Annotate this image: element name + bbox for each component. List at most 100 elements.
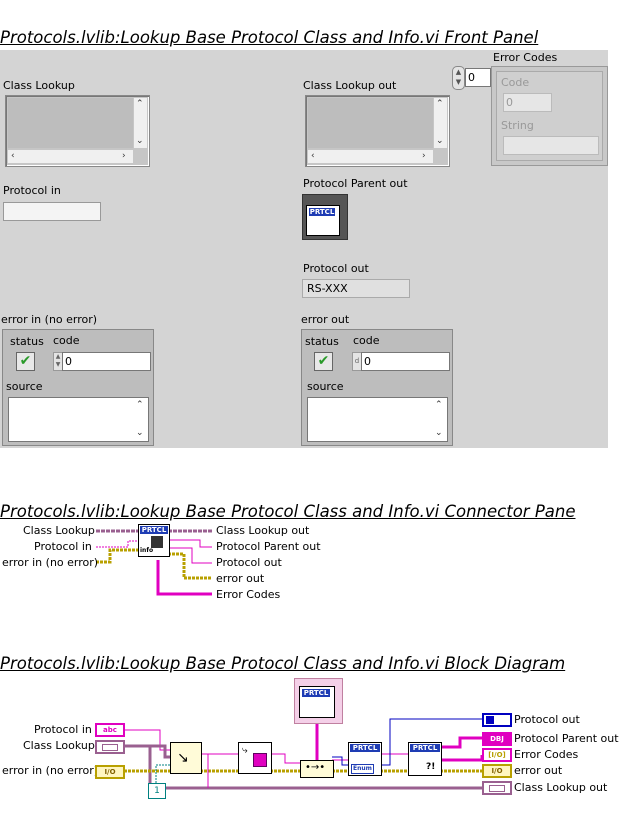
scroll-up-icon[interactable]: ⌃ bbox=[435, 400, 443, 410]
bd-terminal-protocol-out[interactable] bbox=[482, 713, 512, 727]
listbox-icon bbox=[489, 785, 505, 792]
wire-protocol-parent-out bbox=[168, 539, 212, 548]
error-in-cluster: status code ✔ ▲ ▼ 0 source ⌃ ⌄ bbox=[2, 329, 154, 446]
error-in-source-label: source bbox=[6, 380, 43, 393]
wire-error-out bbox=[168, 552, 212, 580]
bd-label-error-out: error out bbox=[514, 764, 563, 777]
scroll-right-icon[interactable]: › bbox=[122, 151, 126, 161]
bd-node-to-class[interactable]: ⤷ bbox=[238, 742, 272, 774]
protocol-class-icon: PRTCL bbox=[299, 686, 335, 718]
protocol-parent-out-indicator: PRTCL bbox=[302, 194, 348, 240]
wire-bd-class-2 bbox=[270, 753, 300, 764]
bd-terminal-class-lookup-out[interactable] bbox=[482, 781, 512, 795]
protocol-parent-out-label: Protocol Parent out bbox=[303, 177, 408, 190]
listbox-icon bbox=[102, 744, 118, 751]
scroll-left-icon[interactable]: ‹ bbox=[311, 151, 315, 161]
branch-icon: ⤷ bbox=[242, 745, 248, 756]
bd-class-constant[interactable]: PRTCL bbox=[294, 678, 343, 724]
protocol-in-label: Protocol in bbox=[3, 184, 61, 197]
scroll-right-icon[interactable]: › bbox=[422, 151, 426, 161]
class-lookup-vscroll[interactable]: ⌃ ⌄ bbox=[134, 98, 147, 148]
lookup-arrow-icon: ↘ bbox=[177, 750, 189, 766]
bd-index-constant[interactable]: 1 bbox=[148, 783, 166, 799]
wire-bd-class-lookup bbox=[124, 744, 170, 759]
class-lookup-list-area[interactable] bbox=[8, 98, 133, 148]
enum-subtext: Enum bbox=[351, 764, 374, 774]
scroll-up-icon[interactable]: ⌃ bbox=[136, 99, 144, 109]
wire-bd-error-codes bbox=[440, 755, 484, 762]
info-subtext: info bbox=[140, 547, 154, 554]
bd-node-parent[interactable]: PRTCL ?! bbox=[408, 742, 442, 776]
bd-label-protocol-in: Protocol in bbox=[34, 723, 92, 736]
protocol-class-icon: PRTCL bbox=[306, 205, 340, 236]
bd-terminal-error-in[interactable]: I/O bbox=[95, 765, 125, 779]
error-codes-code-field[interactable]: 0 bbox=[503, 93, 552, 112]
bd-node-unbundle[interactable]: •→• bbox=[300, 760, 334, 778]
bd-label-protocol-parent-out: Protocol Parent out bbox=[514, 732, 619, 745]
bd-terminal-protocol-parent-out[interactable]: DBJ bbox=[482, 732, 512, 746]
class-lookup-listbox[interactable]: ⌃ ⌄ ‹ › bbox=[5, 95, 150, 167]
scroll-up-icon[interactable]: ⌃ bbox=[436, 99, 444, 109]
protocol-in-field[interactable] bbox=[3, 202, 101, 221]
scroll-down-icon[interactable]: ⌄ bbox=[136, 428, 144, 438]
wire-protocol-in bbox=[96, 540, 138, 548]
bd-label-error-codes: Error Codes bbox=[514, 748, 579, 761]
cp-output-error-codes: Error Codes bbox=[216, 588, 281, 601]
error-in-code-label: code bbox=[53, 334, 80, 347]
wire-error-in bbox=[96, 548, 138, 564]
scroll-down-icon[interactable]: ⌄ bbox=[436, 136, 444, 146]
block-diagram-title: Protocols.lvlib:Lookup Base Protocol Cla… bbox=[0, 654, 566, 673]
error-in-code-field[interactable]: 0 bbox=[62, 352, 151, 371]
bd-node-lookup[interactable]: ↘ bbox=[170, 742, 202, 774]
class-lookup-out-vscroll[interactable]: ⌃ ⌄ bbox=[434, 98, 447, 148]
scroll-up-icon[interactable]: ⌃ bbox=[136, 400, 144, 410]
connector-pane-title: Protocols.lvlib:Lookup Base Protocol Cla… bbox=[0, 502, 576, 521]
error-out-status-indicator: ✔ bbox=[314, 352, 333, 371]
error-in-source-field[interactable]: ⌃ ⌄ bbox=[8, 397, 149, 442]
cp-input-error-in: error in (no error) bbox=[2, 556, 99, 569]
class-lookup-out-list-area bbox=[308, 98, 433, 148]
enum-icon bbox=[486, 716, 494, 724]
class-lookup-out-listbox[interactable]: ⌃ ⌄ ‹ › bbox=[305, 95, 450, 167]
class-cube-icon bbox=[253, 753, 267, 767]
class-lookup-out-hscroll[interactable]: ‹ › bbox=[308, 150, 433, 163]
cp-output-error-out: error out bbox=[216, 572, 265, 585]
prtcl-banner: PRTCL bbox=[140, 526, 168, 534]
connector-pane-vi-icon: PRTCL info bbox=[138, 524, 170, 557]
error-out-source-field: ⌃ ⌄ bbox=[307, 397, 448, 442]
dots-icon: •→• bbox=[305, 762, 326, 773]
class-lookup-label: Class Lookup bbox=[3, 79, 75, 92]
error-codes-label: Error Codes bbox=[493, 51, 558, 64]
error-out-source-label: source bbox=[307, 380, 344, 393]
prtcl-banner: PRTCL bbox=[302, 689, 330, 697]
cp-output-class-lookup-out: Class Lookup out bbox=[216, 524, 310, 537]
scroll-down-icon[interactable]: ⌄ bbox=[136, 136, 144, 146]
warning-subtext: ?! bbox=[426, 762, 436, 772]
bd-label-protocol-out: Protocol out bbox=[514, 713, 580, 726]
error-codes-index[interactable]: 0 bbox=[465, 68, 491, 87]
bd-terminal-error-codes[interactable]: [I/O] bbox=[482, 748, 512, 762]
array-index-stepper[interactable]: ▲ ▼ bbox=[452, 66, 465, 90]
scroll-left-icon[interactable]: ‹ bbox=[11, 151, 15, 161]
front-panel: Class Lookup ⌃ ⌄ ‹ › Class Lookup out ⌃ … bbox=[0, 50, 608, 448]
error-codes-string-field[interactable] bbox=[503, 136, 599, 155]
cp-input-class-lookup: Class Lookup bbox=[23, 524, 95, 537]
error-in-status-checkbox[interactable]: ✔ bbox=[16, 352, 35, 371]
bd-terminal-error-out[interactable]: I/O bbox=[482, 764, 512, 778]
prtcl-banner: PRTCL bbox=[350, 744, 380, 752]
error-out-code-field: 0 bbox=[361, 352, 450, 371]
bd-label-class-lookup: Class Lookup bbox=[23, 739, 95, 752]
class-lookup-hscroll[interactable]: ‹ › bbox=[8, 150, 133, 163]
cp-output-protocol-parent-out: Protocol Parent out bbox=[216, 540, 321, 553]
error-codes-code-label: Code bbox=[501, 76, 530, 89]
error-codes-string-label: String bbox=[501, 119, 534, 132]
error-out-cluster: status code ✔ d 0 source ⌃ ⌄ bbox=[301, 329, 453, 446]
error-codes-cluster: Code 0 String bbox=[496, 71, 603, 161]
bd-terminal-protocol-in[interactable]: abc bbox=[95, 723, 125, 737]
bd-label-error-in: error in (no error) bbox=[2, 764, 99, 777]
error-codes-array-frame: Code 0 String bbox=[491, 66, 608, 166]
error-in-label: error in (no error) bbox=[1, 313, 98, 326]
bd-node-get-enum[interactable]: PRTCL Enum bbox=[348, 742, 382, 776]
bd-terminal-class-lookup[interactable] bbox=[95, 740, 125, 754]
scroll-down-icon[interactable]: ⌄ bbox=[435, 428, 443, 438]
